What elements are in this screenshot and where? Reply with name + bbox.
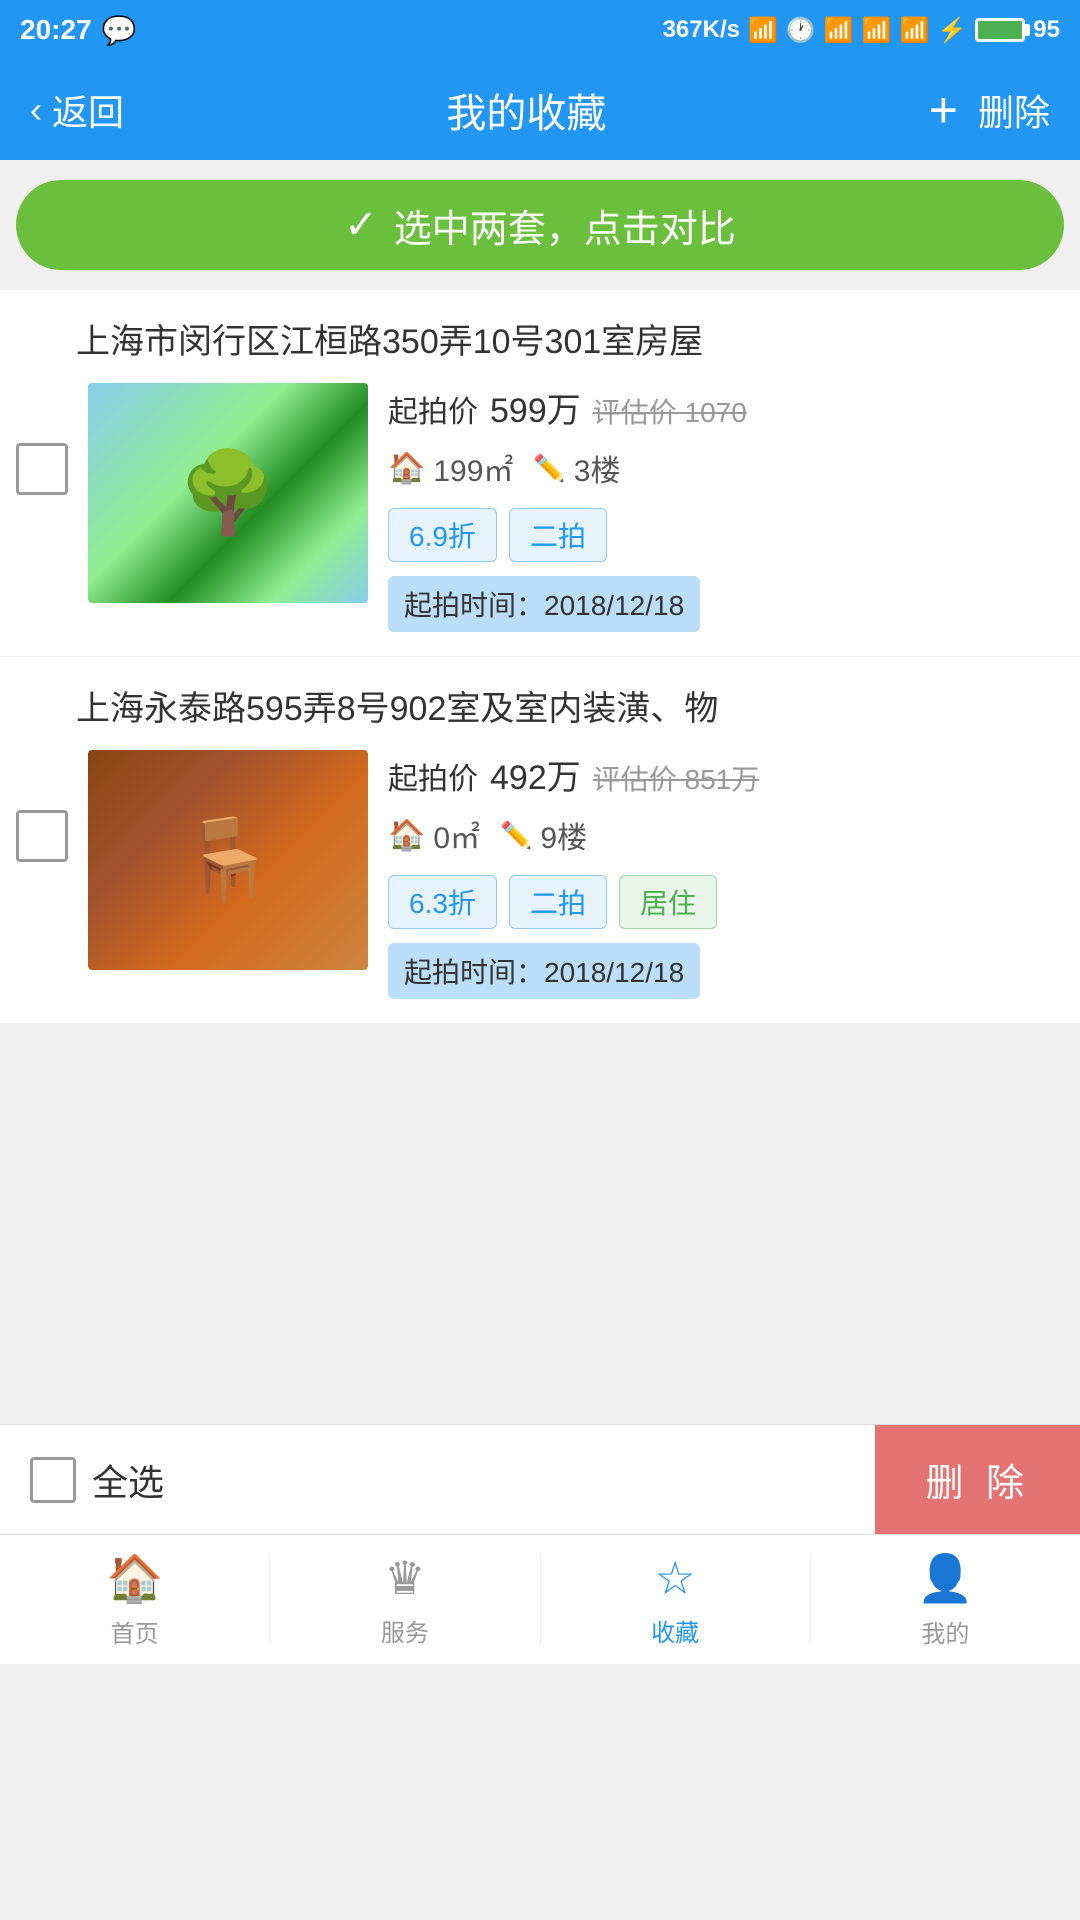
property-body-2: 起拍价 492万 评估价 851万 🏠 0㎡ ✏️ 9楼 6.3折 xyxy=(16,750,1064,999)
network-speed: 367K/s xyxy=(663,16,740,44)
area-detail-2: 🏠 0㎡ xyxy=(388,813,480,857)
property-card-2: 上海永泰路595弄8号902室及室内装潢、物 起拍价 492万 评估价 851万… xyxy=(0,657,1080,1024)
service-tab-icon: ♛ xyxy=(384,1551,425,1605)
time-row-2: 起拍时间：2018/12/18 xyxy=(388,943,700,999)
checkbox-area-2 xyxy=(16,750,68,862)
charging-icon: ⚡ xyxy=(937,16,967,45)
select-all-area: 全选 xyxy=(0,1454,875,1506)
mine-tab-icon: 👤 xyxy=(917,1551,974,1606)
tags-row-2: 6.3折 二拍 居住 xyxy=(388,875,1064,929)
add-button[interactable]: + xyxy=(929,81,958,139)
back-chevron-icon: ‹ xyxy=(30,89,42,131)
price-label-2: 起拍价 xyxy=(388,754,478,798)
service-tab-label: 服务 xyxy=(381,1613,429,1648)
tab-favorites[interactable]: ☆ 收藏 xyxy=(541,1535,810,1664)
compare-banner-text: 选中两套，点击对比 xyxy=(394,198,736,253)
area-value-2: 0㎡ xyxy=(433,813,480,857)
tab-bar: 🏠 首页 ♛ 服务 ☆ 收藏 👤 我的 xyxy=(0,1534,1080,1664)
property-card-1: 上海市闵行区江桓路350弄10号301室房屋 起拍价 599万 评估价 1070… xyxy=(0,290,1080,657)
floor-value-1: 3楼 xyxy=(574,446,621,490)
battery-icon xyxy=(975,18,1025,42)
mine-tab-label: 我的 xyxy=(921,1614,969,1649)
edit-icon-2: ✏️ xyxy=(500,820,532,851)
tag-round-2: 二拍 xyxy=(509,875,607,929)
tag-round-1: 二拍 xyxy=(509,508,607,562)
nav-bar: ‹ 返回 我的收藏 + 删除 xyxy=(0,60,1080,160)
battery-level: 95 xyxy=(1033,16,1060,44)
home-tab-icon: 🏠 xyxy=(106,1551,163,1606)
favorites-tab-label: 收藏 xyxy=(651,1613,699,1648)
back-label: 返回 xyxy=(52,84,124,136)
property-image-1 xyxy=(88,383,368,603)
nav-delete-button[interactable]: 删除 xyxy=(978,84,1050,136)
house-icon-1: 🏠 xyxy=(388,451,425,486)
price-estimated-1: 评估价 1070 xyxy=(593,391,747,431)
tab-home[interactable]: 🏠 首页 xyxy=(0,1535,269,1664)
status-time: 20:27 xyxy=(20,14,92,46)
page-title: 我的收藏 xyxy=(446,81,606,139)
property-checkbox-1[interactable] xyxy=(16,443,68,495)
empty-space xyxy=(0,1024,1080,1424)
sim-icon: 📶 xyxy=(748,16,778,45)
clock-icon: 🕐 xyxy=(786,16,816,45)
tag-residential-2: 居住 xyxy=(619,875,717,929)
time-row-1: 起拍时间：2018/12/18 xyxy=(388,576,700,632)
delete-button[interactable]: 删 除 xyxy=(875,1425,1080,1534)
property-body-1: 起拍价 599万 评估价 1070 🏠 199㎡ ✏️ 3楼 6.9折 xyxy=(16,383,1064,632)
back-button[interactable]: ‹ 返回 xyxy=(30,84,124,136)
price-label-1: 起拍价 xyxy=(388,387,478,431)
area-detail-1: 🏠 199㎡ xyxy=(388,446,513,490)
details-row-1: 🏠 199㎡ ✏️ 3楼 xyxy=(388,446,1064,490)
price-row-1: 起拍价 599万 评估价 1070 xyxy=(388,383,1064,432)
nav-actions: + 删除 xyxy=(929,81,1050,139)
price-estimated-2: 评估价 851万 xyxy=(593,758,760,798)
signal-icon: 📶 xyxy=(862,16,892,45)
price-main-2: 492万 xyxy=(490,750,581,799)
bottom-action-bar: 全选 删 除 xyxy=(0,1424,1080,1534)
tags-row-1: 6.9折 二拍 xyxy=(388,508,1064,562)
floor-detail-2: ✏️ 9楼 xyxy=(500,813,587,857)
status-bar: 20:27 💬 367K/s 📶 🕐 📶 📶 📶 ⚡ 95 xyxy=(0,0,1080,60)
status-right: 367K/s 📶 🕐 📶 📶 📶 ⚡ 95 xyxy=(663,16,1060,45)
edit-icon-1: ✏️ xyxy=(533,453,565,484)
home-tab-label: 首页 xyxy=(111,1614,159,1649)
signal2-icon: 📶 xyxy=(900,16,930,45)
floor-value-2: 9楼 xyxy=(540,813,587,857)
select-all-checkbox[interactable] xyxy=(30,1457,76,1503)
check-icon: ✓ xyxy=(344,202,378,248)
price-main-1: 599万 xyxy=(490,383,581,432)
tab-service[interactable]: ♛ 服务 xyxy=(270,1535,539,1664)
tag-discount-2: 6.3折 xyxy=(388,875,497,929)
details-row-2: 🏠 0㎡ ✏️ 9楼 xyxy=(388,813,1064,857)
properties-list: 上海市闵行区江桓路350弄10号301室房屋 起拍价 599万 评估价 1070… xyxy=(0,290,1080,1024)
floor-detail-1: ✏️ 3楼 xyxy=(533,446,620,490)
tab-mine[interactable]: 👤 我的 xyxy=(811,1535,1080,1664)
compare-banner[interactable]: ✓ 选中两套，点击对比 xyxy=(16,180,1064,270)
area-value-1: 199㎡ xyxy=(433,446,513,490)
property-title-1: 上海市闵行区江桓路350弄10号301室房屋 xyxy=(16,314,1064,363)
property-checkbox-2[interactable] xyxy=(16,810,68,862)
house-icon-2: 🏠 xyxy=(388,818,425,853)
favorites-tab-icon: ☆ xyxy=(655,1551,696,1605)
property-info-1: 起拍价 599万 评估价 1070 🏠 199㎡ ✏️ 3楼 6.9折 xyxy=(388,383,1064,632)
select-all-label: 全选 xyxy=(92,1454,164,1506)
status-app-icon: 💬 xyxy=(102,14,137,47)
checkbox-area-1 xyxy=(16,383,68,495)
property-title-2: 上海永泰路595弄8号902室及室内装潢、物 xyxy=(16,681,1064,730)
wifi-icon: 📶 xyxy=(824,16,854,45)
property-info-2: 起拍价 492万 评估价 851万 🏠 0㎡ ✏️ 9楼 6.3折 xyxy=(388,750,1064,999)
status-left: 20:27 💬 xyxy=(20,14,137,47)
price-row-2: 起拍价 492万 评估价 851万 xyxy=(388,750,1064,799)
property-image-2 xyxy=(88,750,368,970)
tag-discount-1: 6.9折 xyxy=(388,508,497,562)
